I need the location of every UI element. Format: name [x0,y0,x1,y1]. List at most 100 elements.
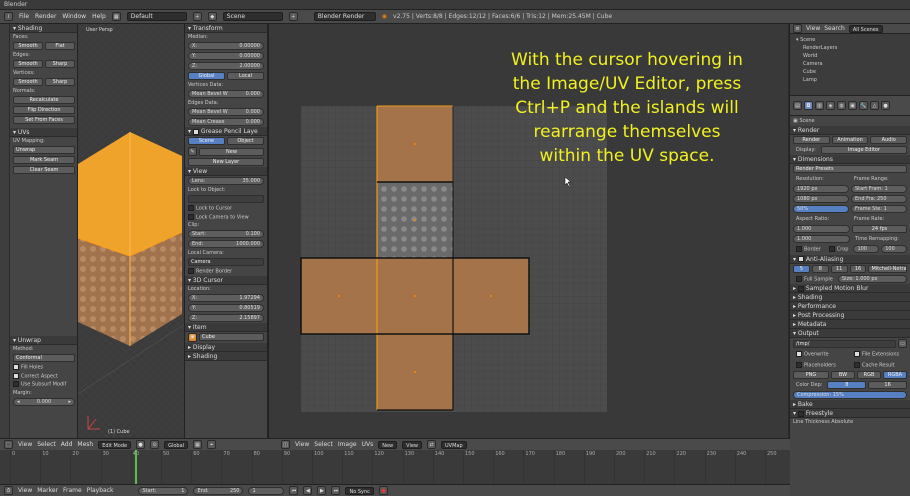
shading-panel-header[interactable]: ▾ Shading [10,24,77,33]
rgb-toggle[interactable]: RGB [857,371,881,379]
start-frame-input[interactable]: Start: 1 [138,486,189,495]
shading-sidebar-header[interactable]: ▸ Shading [185,351,267,361]
vertices-smooth-button[interactable]: Smooth [13,78,43,86]
median-y-field[interactable]: Y: 0.00000 [188,52,264,60]
object-tab-icon[interactable]: ▣ [848,101,857,110]
cursor-x-field[interactable]: X: 1.97294 [188,293,264,302]
mark-seam-button[interactable]: Mark Seam [13,156,75,164]
item-panel-header[interactable]: ▾ Item [185,322,267,332]
render-button[interactable]: Render [793,136,830,144]
current-frame-marker[interactable] [135,450,137,484]
faces-flat-button[interactable]: Flat [45,42,75,50]
clear-seam-button[interactable]: Clear Seam [13,166,75,174]
layers-icon[interactable]: ▦ [193,440,203,449]
timeline-menu-playback[interactable]: Playback [87,487,114,494]
view3d-menu-select[interactable]: Select [37,441,56,448]
depth-16-toggle[interactable]: 16 [868,381,907,389]
render-border-checkbox[interactable]: Render Border [185,267,267,276]
uvs-panel-header[interactable]: ▾ UVs [10,128,77,137]
cursor-y-field[interactable]: Y: 0.80519 [188,303,264,312]
outliner-scenes-selector[interactable]: All Scenes [848,24,883,33]
frame-step-field[interactable]: Frame Ste: 1 [851,205,907,213]
full-sample-checkbox[interactable]: Full Sample [793,275,836,284]
grease-object-button[interactable]: Object [227,137,264,145]
cursor-panel-header[interactable]: ▾ 3D Cursor [185,275,267,285]
play-icon[interactable]: ▶ [317,486,327,495]
aspect-y-field[interactable]: 1.000 [793,235,850,243]
tool-shelf-tabs[interactable] [0,24,10,438]
uvmap-selector[interactable]: UVMap [441,440,467,449]
viewport-shading-icon[interactable]: ● [136,440,146,449]
depth-8-toggle[interactable]: 8 [827,381,867,389]
aa-5-button[interactable]: 5 [793,264,810,273]
sync-mode-selector[interactable]: No Sync [345,486,374,495]
new-layer-button[interactable]: New Layer [188,158,264,166]
animation-button[interactable]: Animation [831,136,869,144]
grease-pencil-header[interactable]: ▾ Grease Pencil Laye [185,127,267,136]
outliner-item-scene[interactable]: ▾ Scene [793,36,907,44]
margin-field[interactable]: ◂ 0.000 ▸ [13,397,75,406]
output-path-field[interactable]: /tmp/ [793,339,896,348]
method-selector[interactable]: Conformal [13,354,75,362]
overwrite-checkbox[interactable]: Overwrite [793,350,849,359]
item-name-field[interactable]: Cube [199,333,264,341]
cache-result-checkbox[interactable]: Cache Result [851,361,907,370]
uv-editor-icon[interactable]: ◫ [281,440,291,449]
dimensions-panel-header[interactable]: ▾ Dimensions [790,155,910,164]
grease-new-button[interactable]: New [199,147,264,156]
timeline-menu-marker[interactable]: Marker [37,487,58,494]
outliner-item-world[interactable]: World [793,52,907,60]
uv-menu-uvs[interactable]: UVs [362,441,374,448]
render-presets-selector[interactable]: Render Presets [793,165,907,173]
display-panel-header[interactable]: ▸ Display [185,342,267,352]
clip-start-field[interactable]: Start: 0.100 [188,230,264,238]
aa-8-button[interactable]: 8 [811,264,829,273]
menu-file[interactable]: File [19,13,29,20]
layout-selector[interactable]: Default [126,12,187,21]
recalculate-button[interactable]: Recalculate [13,96,75,104]
transform-orientation-selector[interactable]: Global [164,440,189,449]
layers-tab-icon[interactable]: ▥ [815,101,824,110]
mode-selector[interactable]: Edit Mode [98,440,132,449]
view3d-menu-mesh[interactable]: Mesh [77,441,93,448]
uv-sync-icon[interactable]: ⇄ [427,440,437,449]
median-x-field[interactable]: X: 0.00000 [188,42,264,50]
aspect-x-field[interactable]: 1.000 [793,225,850,233]
pivot-icon[interactable]: ⊙ [150,440,160,449]
record-icon[interactable]: ● [378,486,388,495]
resolution-y-field[interactable]: 1080 px [793,195,849,203]
folder-icon[interactable]: ▭ [898,339,907,348]
current-frame-input[interactable]: 1 [248,486,285,495]
outliner-search-menu[interactable]: Search [824,25,845,32]
lens-field[interactable]: Lens: 35.000 [188,177,264,185]
uv-view-mode-selector[interactable]: View [402,440,423,449]
add-scene-icon[interactable]: + [288,12,298,21]
lock-to-cursor-checkbox[interactable]: Lock to Cursor [185,204,267,213]
end-frame-field[interactable]: End Fra: 250 [851,195,907,203]
camera-field[interactable]: Camera [188,258,264,266]
correct-aspect-checkbox[interactable]: Correct Aspect [10,372,77,381]
median-z-field[interactable]: Z: 2.00000 [188,62,264,70]
resolution-percentage-field[interactable]: 50% [793,205,849,213]
outliner-item-lamp[interactable]: Lamp [793,76,907,84]
resolution-x-field[interactable]: 1920 px [793,185,849,193]
scene-tab-icon[interactable]: ◈ [826,101,835,110]
metadata-header[interactable]: ▸ Metadata [790,320,910,329]
mean-crease-field[interactable]: Mean Crease 0.000 [188,118,264,126]
file-format-selector[interactable]: PNG [793,371,829,379]
file-extensions-checkbox[interactable]: File Extensions [851,350,907,359]
unwrap-menu-button[interactable]: Unwrap [13,146,75,154]
view-panel-header[interactable]: ▾ View [185,167,267,176]
menu-help[interactable]: Help [92,13,106,20]
rgba-toggle[interactable]: RGBA [883,371,907,379]
edges-sharp-button[interactable]: Sharp [45,60,75,68]
uv-menu-select[interactable]: Select [314,441,333,448]
snap-icon[interactable]: ⌖ [207,440,217,449]
menu-window[interactable]: Window [62,13,86,20]
bake-panel-header[interactable]: ▸ Bake [790,400,910,409]
motion-blur-panel-header[interactable]: ▸ Sampled Motion Blur [790,284,910,293]
play-reverse-icon[interactable]: ◀ [303,486,313,495]
scene-icon[interactable]: ◆ [207,12,217,21]
render-engine-selector[interactable]: Blender Render [313,12,376,21]
unwrap-operator-header[interactable]: ▾ Unwrap [10,336,77,345]
